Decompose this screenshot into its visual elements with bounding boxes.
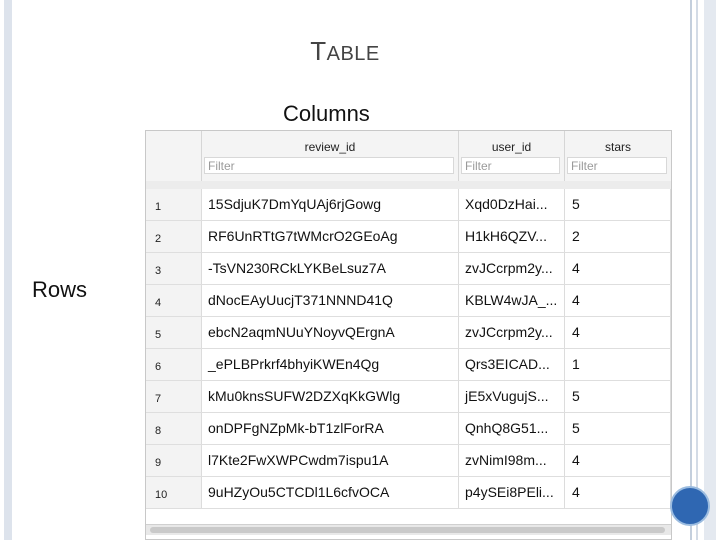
cell-review-id[interactable]: l7Kte2FwXWPCwdm7ispu1A <box>202 445 459 476</box>
table-row[interactable]: 9 l7Kte2FwXWPCwdm7ispu1A zvNimI98m... 4 <box>146 445 671 477</box>
slide-frame-right-line <box>696 0 698 540</box>
slide-title-initial: T <box>310 36 327 66</box>
slide-frame-left <box>4 0 12 540</box>
table-row[interactable]: 5 ebcN2aqmNUuYNoyvQErgnA zvJCcrpm2y... 4 <box>146 317 671 349</box>
slide-decoration-circle <box>670 486 710 526</box>
rows-label: Rows <box>32 277 88 302</box>
cell-user-id[interactable]: Xqd0DzHai... <box>459 189 565 220</box>
cell-stars[interactable]: 4 <box>565 445 671 476</box>
cell-user-id[interactable]: zvJCcrpm2y... <box>459 253 565 284</box>
row-number: 1 <box>146 189 202 220</box>
cell-user-id[interactable]: zvJCcrpm2y... <box>459 317 565 348</box>
scrollbar-thumb[interactable] <box>150 527 665 533</box>
table-row[interactable]: 1 15SdjuK7DmYqUAj6rjGowg Xqd0DzHai... 5 <box>146 189 671 221</box>
table-row[interactable]: 7 kMu0knsSUFW2DZXqKkGWlg jE5xVugujS... 5 <box>146 381 671 413</box>
cell-review-id[interactable]: 9uHZyOu5CTCDl1L6cfvOCA <box>202 477 459 508</box>
table-row[interactable]: 10 9uHZyOu5CTCDl1L6cfvOCA p4ySEi8PEli... 4 <box>146 477 671 509</box>
cell-user-id[interactable]: p4ySEi8PEli... <box>459 477 565 508</box>
cell-user-id[interactable]: QnhQ8G51... <box>459 413 565 444</box>
row-number-header <box>146 131 202 181</box>
row-number: 5 <box>146 317 202 348</box>
cell-review-id[interactable]: onDPFgNZpMk-bT1zlForRA <box>202 413 459 444</box>
column-header-stars[interactable]: stars Filter <box>565 131 671 181</box>
cell-review-id[interactable]: ebcN2aqmNUuYNoyvQErgnA <box>202 317 459 348</box>
cell-review-id[interactable]: 15SdjuK7DmYqUAj6rjGowg <box>202 189 459 220</box>
cell-stars[interactable]: 4 <box>565 285 671 316</box>
cell-stars[interactable]: 2 <box>565 221 671 252</box>
column-header-review-id[interactable]: review_id Filter <box>202 131 459 181</box>
row-number: 2 <box>146 221 202 252</box>
cell-review-id[interactable]: -TsVN230RCkLYKBeLsuz7A <box>202 253 459 284</box>
horizontal-scrollbar[interactable] <box>146 524 671 535</box>
cell-user-id[interactable]: H1kH6QZV... <box>459 221 565 252</box>
slide-frame-right-line <box>690 0 692 540</box>
filter-input-review-id[interactable]: Filter <box>204 157 454 174</box>
column-header-user-id[interactable]: user_id Filter <box>459 131 565 181</box>
slide-frame-right-band <box>704 0 716 540</box>
column-name[interactable]: stars <box>565 140 671 154</box>
cell-user-id[interactable]: Qrs3EICAD... <box>459 349 565 380</box>
cell-review-id[interactable]: _ePLBPrkrf4bhyiKWEn4Qg <box>202 349 459 380</box>
cell-stars[interactable]: 4 <box>565 477 671 508</box>
slide-title-rest: ABLE <box>326 43 380 65</box>
cell-stars[interactable]: 5 <box>565 189 671 220</box>
cell-user-id[interactable]: jE5xVugujS... <box>459 381 565 412</box>
filter-input-user-id[interactable]: Filter <box>461 157 560 174</box>
cell-stars[interactable]: 4 <box>565 317 671 348</box>
cell-stars[interactable]: 1 <box>565 349 671 380</box>
data-table: review_id Filter user_id Filter stars Fi… <box>145 130 672 540</box>
row-number: 3 <box>146 253 202 284</box>
table-row[interactable]: 8 onDPFgNZpMk-bT1zlForRA QnhQ8G51... 5 <box>146 413 671 445</box>
header-separator <box>146 181 671 189</box>
cell-review-id[interactable]: kMu0knsSUFW2DZXqKkGWlg <box>202 381 459 412</box>
filter-input-stars[interactable]: Filter <box>567 157 667 174</box>
cell-review-id[interactable]: dNocEAyUucjT371NNND41Q <box>202 285 459 316</box>
cell-stars[interactable]: 5 <box>565 413 671 444</box>
table-row[interactable]: 6 _ePLBPrkrf4bhyiKWEn4Qg Qrs3EICAD... 1 <box>146 349 671 381</box>
cell-stars[interactable]: 5 <box>565 381 671 412</box>
cell-review-id[interactable]: RF6UnRTtG7tWMcrO2GEoAg <box>202 221 459 252</box>
cell-user-id[interactable]: zvNimI98m... <box>459 445 565 476</box>
row-number: 7 <box>146 381 202 412</box>
slide-title: TABLE <box>0 36 690 67</box>
row-number: 6 <box>146 349 202 380</box>
row-number: 10 <box>146 477 202 508</box>
table-row[interactable]: 2 RF6UnRTtG7tWMcrO2GEoAg H1kH6QZV... 2 <box>146 221 671 253</box>
table-header: review_id Filter user_id Filter stars Fi… <box>146 131 671 182</box>
cell-stars[interactable]: 4 <box>565 253 671 284</box>
column-name[interactable]: user_id <box>459 140 564 154</box>
column-name[interactable]: review_id <box>202 140 458 154</box>
row-number: 9 <box>146 445 202 476</box>
table-row[interactable]: 3 -TsVN230RCkLYKBeLsuz7A zvJCcrpm2y... 4 <box>146 253 671 285</box>
row-number: 4 <box>146 285 202 316</box>
cell-user-id[interactable]: KBLW4wJA_... <box>459 285 565 316</box>
table-row[interactable]: 4 dNocEAyUucjT371NNND41Q KBLW4wJA_... 4 <box>146 285 671 317</box>
columns-label: Columns <box>283 101 370 126</box>
row-number: 8 <box>146 413 202 444</box>
